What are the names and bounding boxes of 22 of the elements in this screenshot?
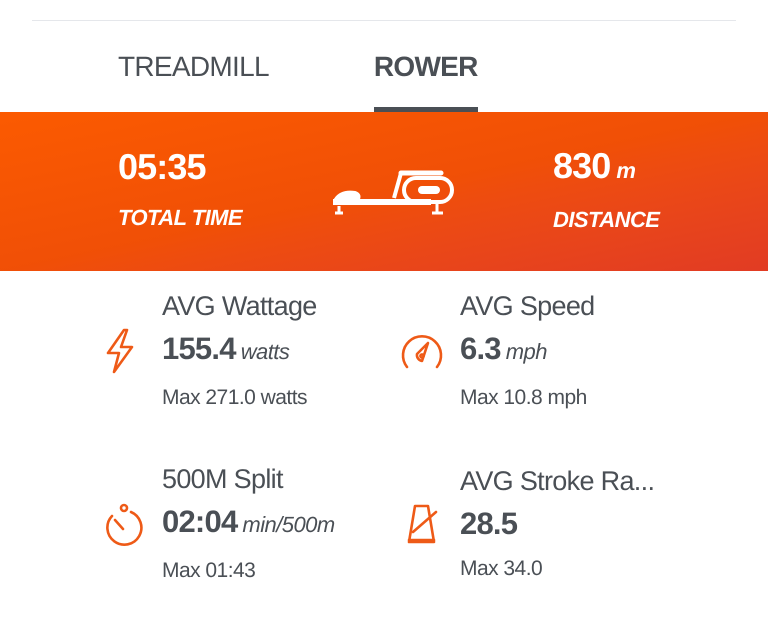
stat-title: AVG Wattage bbox=[162, 290, 317, 323]
stat-value: 6.3 bbox=[460, 333, 501, 364]
rowing-machine-icon bbox=[331, 168, 457, 216]
distance-unit: m bbox=[616, 156, 637, 184]
stat-unit: mph bbox=[506, 338, 548, 366]
stat-title: AVG Stroke Ra... bbox=[460, 464, 654, 498]
tab[interactable]: TREADMILL bbox=[118, 53, 269, 112]
stat-max: Max 34.0 bbox=[460, 556, 544, 582]
stat-max: Max 01:43 bbox=[162, 558, 256, 584]
stat-unit: min/500m bbox=[242, 510, 336, 538]
stat-value: 02:04 bbox=[162, 506, 238, 536]
stat-title: AVG Speed bbox=[460, 290, 595, 323]
distance-label: DISTANCE bbox=[553, 206, 662, 234]
stat-title: 500M Split bbox=[162, 462, 284, 496]
stat-max: Max 271.0 watts bbox=[162, 385, 308, 411]
stat-value: 28.5 bbox=[460, 508, 518, 538]
total-time-value: 05:35 bbox=[118, 149, 207, 185]
total-time-label: TOTAL TIME bbox=[118, 204, 244, 232]
stat-unit: watts bbox=[240, 338, 290, 366]
stat-value: 155.4 bbox=[162, 333, 236, 364]
distance-value: 830 bbox=[553, 148, 610, 184]
stat-max: Max 10.8 mph bbox=[460, 385, 588, 411]
